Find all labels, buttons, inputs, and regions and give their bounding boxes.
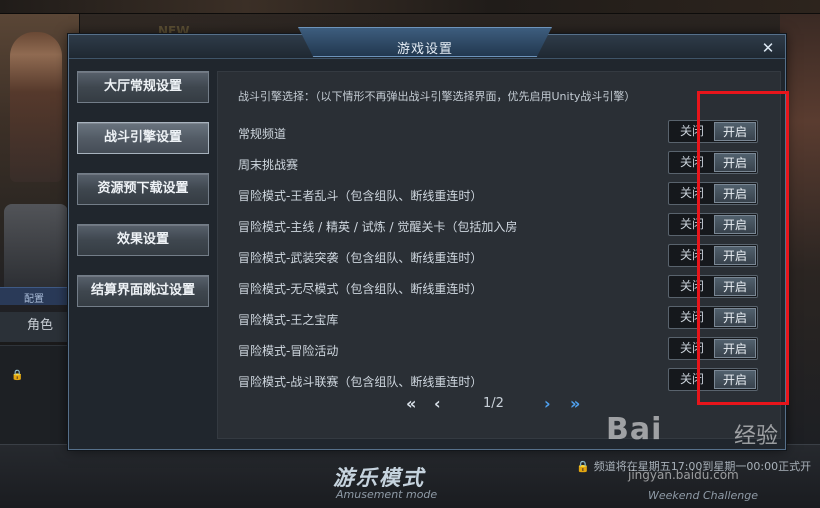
first-page-icon[interactable]: «	[406, 394, 416, 413]
highlight-annotation	[697, 91, 789, 405]
mech-portrait	[4, 204, 68, 294]
row-label: 冒险模式-冒险活动	[238, 344, 339, 358]
sidebar-item-battle-engine-settings[interactable]: 战斗引擎设置	[77, 122, 209, 154]
sidebar-item-lobby-settings[interactable]: 大厅常规设置	[77, 71, 209, 103]
watermark-site: jingyan.baidu.com	[628, 468, 739, 482]
row-label: 周末挑战赛	[238, 158, 299, 172]
baidu-watermark: Bai 经验 jingyan.baidu.com	[606, 412, 786, 492]
lock-icon: 🔒	[576, 460, 590, 473]
row-label: 冒险模式-主线 / 精英 / 试炼 / 觉醒关卡（包括加入房	[238, 220, 518, 234]
left-lower-panel	[0, 345, 70, 445]
next-page-icon[interactable]: ›	[544, 394, 551, 413]
last-page-icon[interactable]: »	[570, 394, 580, 413]
dialog-title: 游戏设置	[396, 42, 453, 57]
mode-subtitle: Amusement mode	[336, 488, 438, 501]
row-label: 冒险模式-无尽模式（包含组队、断线重连时）	[238, 282, 483, 296]
role-strip-label: 配置	[24, 294, 44, 305]
watermark-brand: Bai	[606, 412, 663, 447]
character-portrait	[10, 32, 62, 182]
sidebar-item-skip-result-screen[interactable]: 结算界面跳过设置	[77, 275, 209, 307]
lock-icon: 🔒	[11, 370, 24, 381]
top-bar	[0, 0, 820, 14]
row-label: 常规频道	[238, 127, 287, 141]
row-label: 冒险模式-武装突袭（包含组队、断线重连时）	[238, 251, 483, 265]
settings-sidebar: 大厅常规设置 战斗引擎设置 资源预下载设置 效果设置 结算界面跳过设置	[77, 71, 211, 326]
prev-page-icon[interactable]: ‹	[434, 394, 441, 413]
row-label: 冒险模式-王之宝库	[238, 313, 339, 327]
sidebar-item-effect-settings[interactable]: 效果设置	[77, 224, 209, 256]
game-settings-dialog: 游戏设置 ✕ 大厅常规设置 战斗引擎设置 资源预下载设置 效果设置 结算界面跳过…	[68, 27, 786, 450]
engine-intro-text: 战斗引擎选择：（以下情形不再弹出战斗引擎选择界面，优先启用Unity战斗引擎）	[238, 90, 636, 103]
row-label: 冒险模式-战斗联赛（包含组队、断线重连时）	[238, 375, 483, 389]
sidebar-item-resource-predownload[interactable]: 资源预下载设置	[77, 173, 209, 205]
watermark-brand-cn: 经验	[734, 424, 779, 449]
close-icon[interactable]: ✕	[761, 41, 775, 56]
page-indicator: 1/2	[483, 396, 504, 411]
row-label: 冒险模式-王者乱斗（包含组队、断线重连时）	[238, 189, 483, 203]
pagination: « ‹ 1/2 › »	[406, 394, 606, 418]
